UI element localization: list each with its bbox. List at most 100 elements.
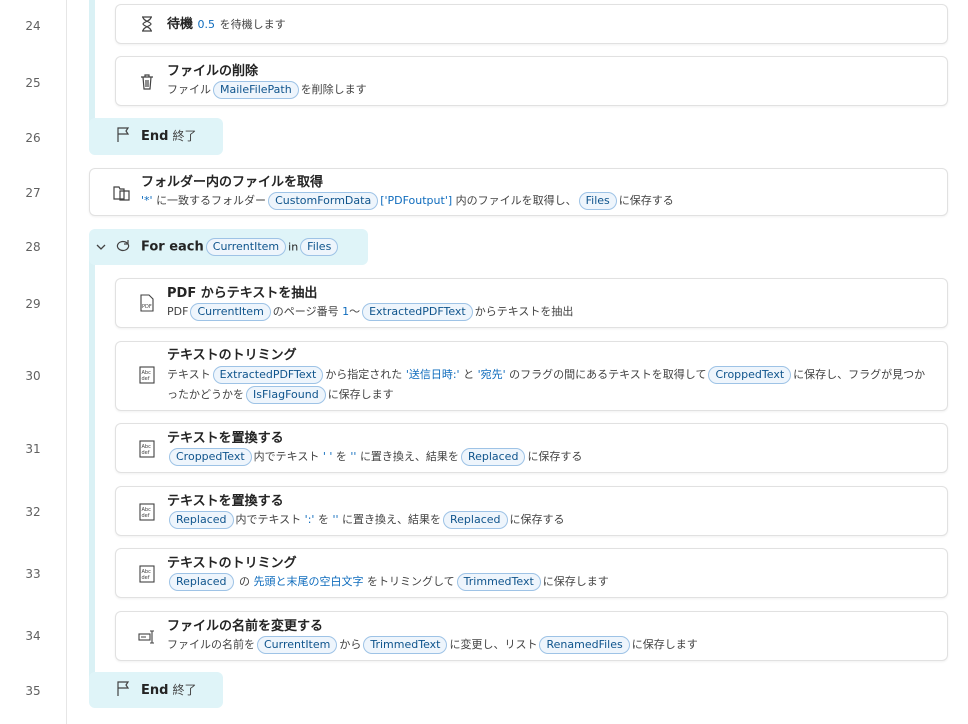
variable-token[interactable]: CurrentItem bbox=[190, 303, 271, 321]
variable-token[interactable]: Files bbox=[300, 238, 339, 256]
for-each-header: For each CurrentItem in Files bbox=[141, 238, 340, 256]
action-text: に保存する bbox=[618, 194, 674, 207]
action-text: PDF bbox=[167, 305, 189, 318]
action-title: ファイルの削除 bbox=[167, 64, 259, 79]
rename-icon bbox=[138, 628, 156, 646]
line-number: 27 bbox=[25, 186, 41, 200]
line-number: 35 bbox=[25, 684, 41, 698]
action-get-files-in-folder[interactable]: フォルダー内のファイルを取得 '*' に一致するフォルダー CustomFormD… bbox=[89, 168, 948, 216]
line-number: 33 bbox=[25, 567, 41, 581]
action-extract-pdf-text[interactable]: PDF PDF からテキストを抽出 PDF CurrentItem のページ番号 1… bbox=[115, 278, 948, 328]
action-description: Replaced の 先頭と末尾の空白文字 をトリミングして TrimmedTex… bbox=[167, 572, 609, 592]
action-description: CroppedText 内でテキスト ' ' を '' に置き換え、結果を Repl… bbox=[167, 447, 582, 467]
chevron-down-icon[interactable] bbox=[95, 238, 107, 257]
action-text: を削除します bbox=[300, 83, 367, 96]
variable-token[interactable]: TrimmedText bbox=[363, 636, 448, 654]
svg-text:PDF: PDF bbox=[142, 304, 152, 310]
end-subtitle: 終了 bbox=[172, 129, 197, 143]
block-nesting-bar bbox=[89, 0, 95, 130]
action-title: フォルダー内のファイルを取得 bbox=[141, 175, 324, 190]
file-pattern: '*' bbox=[141, 194, 153, 207]
action-rename-file[interactable]: ファイルの名前を変更する ファイルの名前を CurrentItem から Trimme… bbox=[115, 611, 948, 661]
action-crop-text[interactable]: Abc def テキストのトリミング テキスト ExtractedPDFText から… bbox=[115, 341, 948, 411]
variable-token[interactable]: Replaced bbox=[169, 511, 234, 529]
action-description: ファイルの名前を CurrentItem から TrimmedText に変更し、リスト… bbox=[167, 635, 698, 655]
variable-token[interactable]: Replaced bbox=[460, 448, 526, 466]
action-text: に変更し、リスト bbox=[449, 638, 538, 651]
svg-text:def: def bbox=[142, 575, 150, 581]
variable-token[interactable]: CurrentItem bbox=[205, 238, 287, 256]
action-text: を bbox=[335, 450, 347, 463]
action-text: 内でテキスト bbox=[235, 513, 302, 526]
start-flag: '送信日時:' bbox=[405, 368, 460, 381]
action-title-row: 待機 0.5 を待機します bbox=[167, 17, 286, 33]
action-text: に保存します bbox=[631, 638, 698, 651]
variable-token[interactable]: CustomFormData bbox=[268, 192, 379, 210]
action-text: in bbox=[288, 240, 299, 254]
variable-token[interactable]: CroppedText bbox=[169, 448, 252, 466]
action-text: に保存する bbox=[527, 450, 583, 463]
text-abc-icon: Abc def bbox=[138, 440, 156, 458]
action-text: から指定された bbox=[325, 368, 403, 381]
svg-text:def: def bbox=[142, 376, 150, 382]
variable-token[interactable]: CroppedText bbox=[708, 366, 792, 384]
text-abc-icon: Abc def bbox=[138, 366, 156, 384]
action-description: テキスト ExtractedPDFText から指定された '送信日時:' と '宛… bbox=[167, 365, 927, 405]
action-text: に置き換え、結果を bbox=[359, 450, 459, 463]
pdf-file-icon: PDF bbox=[138, 294, 156, 312]
variable-token[interactable]: RenamedFiles bbox=[539, 636, 630, 654]
line-number: 25 bbox=[25, 76, 41, 90]
action-trim-text[interactable]: Abc def テキストのトリミング Replaced の 先頭と末尾の空白文字 … bbox=[115, 548, 948, 598]
action-wait[interactable]: 待機 0.5 を待機します bbox=[115, 4, 948, 44]
action-description: ファイル MaileFilePath を削除します bbox=[167, 80, 367, 100]
flag-icon bbox=[114, 126, 132, 144]
find-text: ':' bbox=[304, 513, 315, 526]
line-number: 30 bbox=[25, 369, 41, 383]
replace-text: '' bbox=[332, 513, 339, 526]
action-text: テキスト bbox=[167, 368, 211, 381]
action-text: から bbox=[339, 638, 362, 651]
action-text: に一致するフォルダー bbox=[156, 194, 267, 207]
variable-token[interactable]: MaileFilePath bbox=[213, 81, 299, 99]
variable-token[interactable]: ExtractedPDFText bbox=[212, 366, 324, 384]
action-text: ファイルの名前を bbox=[167, 638, 255, 651]
variable-token[interactable]: Replaced bbox=[169, 573, 234, 591]
action-text: 〜 bbox=[349, 305, 361, 318]
action-text: 内でテキスト bbox=[253, 450, 320, 463]
action-title: ファイルの名前を変更する bbox=[167, 619, 324, 634]
loop-nesting-bar bbox=[89, 258, 95, 683]
line-number: 31 bbox=[25, 442, 41, 456]
variable-token[interactable]: TrimmedText bbox=[456, 573, 541, 591]
folder-files-icon bbox=[113, 184, 131, 202]
action-text: ファイル bbox=[167, 83, 211, 96]
svg-text:def: def bbox=[142, 513, 150, 519]
action-description: PDF CurrentItem のページ番号 1〜 ExtractedPDFText か… bbox=[167, 302, 573, 322]
action-text: に保存する bbox=[509, 513, 565, 526]
line-number: 34 bbox=[25, 629, 41, 643]
end-keyword: End bbox=[141, 683, 169, 698]
action-replace-text[interactable]: Abc def テキストを置換する Replaced 内でテキスト ':' を ''… bbox=[115, 486, 948, 536]
text-abc-icon: Abc def bbox=[138, 565, 156, 583]
action-text: の bbox=[239, 575, 250, 588]
variable-token[interactable]: Replaced bbox=[443, 511, 508, 529]
variable-token[interactable]: CurrentItem bbox=[257, 636, 338, 654]
action-text: 内のファイルを取得し、 bbox=[455, 194, 577, 207]
end-flag: '宛先' bbox=[477, 368, 506, 381]
for-each-keyword: For each bbox=[141, 239, 204, 255]
action-delete-file[interactable]: ファイルの削除 ファイル MaileFilePath を削除します bbox=[115, 56, 948, 106]
action-replace-text[interactable]: Abc def テキストを置換する CroppedText 内でテキスト ' ' を… bbox=[115, 423, 948, 473]
property-index: ['PDFoutput'] bbox=[380, 194, 453, 207]
for-each-block[interactable]: For each CurrentItem in Files bbox=[89, 229, 368, 265]
loop-icon bbox=[114, 237, 132, 255]
trim-mode: 先頭と末尾の空白文字 bbox=[253, 575, 364, 588]
variable-token[interactable]: ExtractedPDFText bbox=[362, 303, 473, 321]
variable-token[interactable]: Files bbox=[578, 192, 617, 210]
end-block[interactable]: End 終了 bbox=[89, 118, 223, 155]
action-text: を bbox=[317, 513, 329, 526]
action-text: に保存します bbox=[542, 575, 609, 588]
end-label: End 終了 bbox=[141, 682, 196, 699]
end-block[interactable]: End 終了 bbox=[89, 672, 223, 708]
action-text: のフラグの間にあるテキストを取得して bbox=[509, 368, 707, 381]
variable-token[interactable]: IsFlagFound bbox=[246, 386, 326, 404]
hourglass-icon bbox=[138, 15, 156, 33]
